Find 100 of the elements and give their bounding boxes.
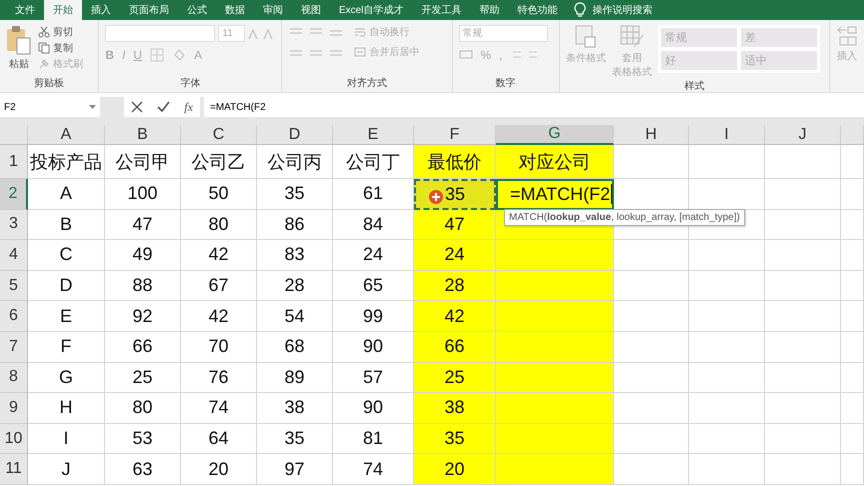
column-header[interactable]: I bbox=[689, 125, 765, 145]
table-cell: G bbox=[28, 362, 105, 394]
column-header[interactable]: G bbox=[496, 125, 614, 145]
table-cell: 80 bbox=[181, 210, 257, 240]
table-cell: 投标产品 bbox=[28, 145, 105, 179]
table-cell: 70 bbox=[181, 332, 257, 363]
table-cell bbox=[841, 179, 864, 210]
ribbon-tab[interactable]: 开始 bbox=[44, 0, 82, 20]
paste-button[interactable]: 粘贴 bbox=[9, 57, 29, 71]
table-cell: B bbox=[28, 210, 105, 240]
row-header[interactable]: 2 bbox=[0, 179, 28, 210]
ribbon-tab[interactable]: 特色功能 bbox=[508, 0, 566, 20]
copy-icon[interactable] bbox=[38, 42, 50, 54]
table-cell: F bbox=[28, 332, 105, 363]
ribbon-tab[interactable]: 视图 bbox=[292, 0, 330, 20]
table-cell: 38 bbox=[414, 393, 496, 424]
table-cell bbox=[841, 301, 864, 332]
ribbon-tab[interactable]: 页面布局 bbox=[120, 0, 178, 20]
wrap-text-icon[interactable] bbox=[354, 26, 366, 38]
border-icon[interactable] bbox=[150, 48, 164, 62]
table-cell: 80 bbox=[105, 393, 181, 424]
table-cell bbox=[841, 424, 864, 454]
table-cell: I bbox=[28, 424, 105, 454]
column-header[interactable]: F bbox=[414, 125, 496, 145]
select-all-corner[interactable] bbox=[0, 125, 28, 145]
table-format-icon[interactable] bbox=[620, 25, 644, 49]
column-header[interactable]: D bbox=[257, 125, 333, 145]
table-cell: 89 bbox=[257, 362, 333, 394]
name-box[interactable]: F2 bbox=[0, 97, 100, 117]
table-cell: 54 bbox=[257, 301, 333, 332]
cursor-icon bbox=[428, 189, 444, 205]
row-header[interactable]: 5 bbox=[0, 270, 28, 302]
table-cell: 25 bbox=[105, 362, 181, 394]
table-cell: 86 bbox=[257, 210, 333, 240]
row-header[interactable]: 7 bbox=[0, 332, 28, 363]
row-header[interactable]: 11 bbox=[0, 454, 28, 485]
column-header[interactable]: E bbox=[333, 125, 414, 145]
table-cell: 对应公司 bbox=[496, 145, 614, 179]
lightbulb-icon bbox=[574, 2, 586, 18]
table-cell: 35 bbox=[257, 179, 333, 210]
table-cell: 97 bbox=[257, 454, 333, 485]
table-cell: 53 bbox=[105, 424, 181, 454]
ribbon-tab[interactable]: 开发工具 bbox=[412, 0, 470, 20]
table-cell: C bbox=[28, 240, 105, 271]
table-cell: 公司甲 bbox=[105, 145, 181, 179]
table-cell: 68 bbox=[257, 332, 333, 363]
table-cell: 74 bbox=[181, 393, 257, 424]
column-header[interactable]: H bbox=[614, 125, 689, 145]
clipboard-icon[interactable] bbox=[6, 25, 32, 55]
caret-icon[interactable] bbox=[89, 105, 96, 109]
insert-function-button[interactable]: fx bbox=[184, 100, 193, 114]
font-name-field[interactable] bbox=[105, 25, 216, 42]
table-cell: 最低价 bbox=[414, 145, 496, 179]
table-cell: H bbox=[28, 393, 105, 424]
group-label: 数字 bbox=[496, 76, 516, 90]
tell-me-search[interactable]: 操作说明搜索 bbox=[592, 3, 652, 17]
row-header[interactable]: 6 bbox=[0, 301, 28, 332]
formula-field[interactable]: =MATCH(F2 bbox=[204, 97, 864, 117]
function-tooltip: MATCH(lookup_value, lookup_array, [match_type]) bbox=[504, 209, 745, 226]
merge-cells-icon[interactable] bbox=[354, 46, 366, 58]
ribbon-tab[interactable]: Excel自学成才 bbox=[330, 0, 412, 20]
cut-button[interactable]: 剪切 bbox=[53, 25, 73, 39]
insert-cells-icon[interactable] bbox=[836, 25, 858, 47]
conditional-format-icon[interactable] bbox=[574, 25, 597, 49]
column-header[interactable]: J bbox=[765, 125, 841, 145]
table-cell: D bbox=[28, 270, 105, 302]
column-header[interactable]: A bbox=[28, 125, 105, 145]
row-header[interactable]: 9 bbox=[0, 393, 28, 424]
ribbon-tab[interactable]: 插入 bbox=[82, 0, 120, 20]
row-header[interactable]: 4 bbox=[0, 240, 28, 271]
row-header[interactable]: 3 bbox=[0, 210, 28, 240]
column-header[interactable]: C bbox=[181, 125, 257, 145]
paintbrush-icon[interactable] bbox=[38, 58, 50, 70]
copy-button[interactable]: 复制 bbox=[53, 41, 73, 55]
table-cell bbox=[841, 240, 864, 271]
table-cell: 38 bbox=[257, 393, 333, 424]
row-header[interactable]: 10 bbox=[0, 424, 28, 454]
check-icon[interactable] bbox=[157, 101, 170, 113]
table-cell: 35 bbox=[257, 424, 333, 454]
group-label: 对齐方式 bbox=[346, 76, 387, 90]
column-header[interactable] bbox=[841, 125, 864, 145]
table-cell: J bbox=[28, 454, 105, 485]
ribbon-tab[interactable]: 文件 bbox=[6, 0, 44, 20]
ribbon-tab[interactable]: 审阅 bbox=[254, 0, 292, 20]
table-cell: 公司丙 bbox=[257, 145, 333, 179]
table-cell bbox=[841, 210, 864, 240]
ribbon-tab[interactable]: 帮助 bbox=[470, 0, 508, 20]
table-cell: 20 bbox=[181, 454, 257, 485]
table-cell bbox=[841, 362, 864, 394]
row-header[interactable]: 8 bbox=[0, 362, 28, 394]
table-cell: 66 bbox=[105, 332, 181, 363]
column-header[interactable]: B bbox=[105, 125, 181, 145]
group-label: 样式 bbox=[684, 80, 704, 93]
ribbon-tab[interactable]: 数据 bbox=[216, 0, 254, 20]
cancel-icon[interactable] bbox=[131, 101, 144, 113]
ribbon-tab[interactable]: 公式 bbox=[178, 0, 216, 20]
table-cell: 28 bbox=[257, 270, 333, 302]
row-header[interactable]: 1 bbox=[0, 145, 28, 179]
scissors-icon[interactable] bbox=[38, 26, 50, 38]
table-cell: 35 bbox=[414, 424, 496, 454]
